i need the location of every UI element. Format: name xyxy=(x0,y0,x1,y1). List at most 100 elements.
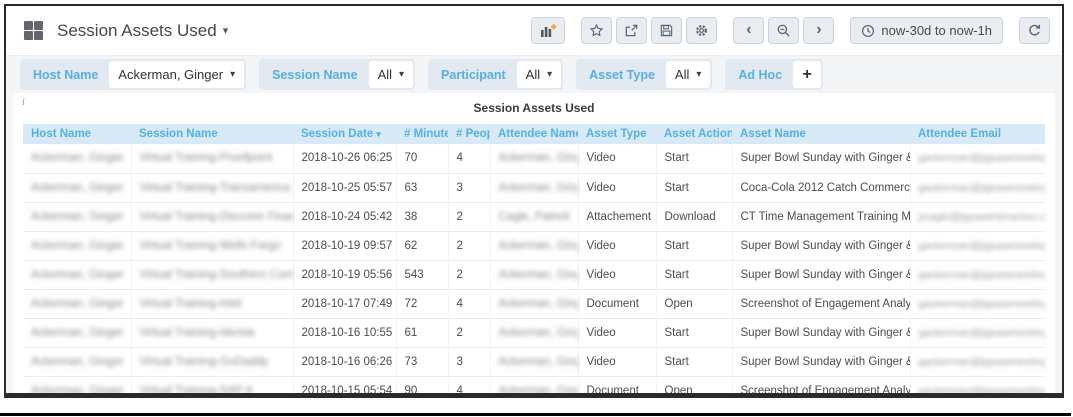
col-header-session-name[interactable]: Session Name xyxy=(131,124,293,144)
cell-people: 4 xyxy=(448,376,490,395)
cell-attendee-name: Ackerman, Ginger xyxy=(490,347,578,376)
clock-icon xyxy=(861,24,875,38)
filter-label: Ad Hoc xyxy=(727,68,793,82)
cell-attendee-email: gackerman@jigsawmeeting.com xyxy=(910,289,1045,318)
col-header-asset-action[interactable]: Asset Action xyxy=(656,124,732,144)
session-name-select[interactable]: All ▾ xyxy=(369,61,413,88)
col-header-minutes[interactable]: # Minutes xyxy=(396,124,448,144)
cell-asset-action: Start xyxy=(656,318,732,347)
col-header-asset-type[interactable]: Asset Type xyxy=(578,124,656,144)
cell-minutes: 62 xyxy=(396,231,448,260)
cell-host-name: Ackerman, Ginger xyxy=(23,173,131,202)
settings-button[interactable] xyxy=(686,17,717,44)
cell-session-name: Virtual Training-Intel xyxy=(131,289,293,318)
cell-attendee-name: Ackerman, Ginger xyxy=(490,173,578,202)
toolbar: ‹ › now-30d to now-1h xyxy=(531,17,1050,44)
col-header-host-name[interactable]: Host Name xyxy=(23,124,131,144)
col-header-attendee-email[interactable]: Attendee Email xyxy=(910,124,1045,144)
zoom-out-button[interactable] xyxy=(768,17,799,44)
filter-label: Host Name xyxy=(22,68,109,82)
cell-session-name: Virtual Training-Southern Company Gas xyxy=(131,260,293,289)
table-row: Ackerman, Ginger Virtual Training-Transa… xyxy=(23,173,1045,202)
cell-attendee-email: gackerman@jigsawmeeting.com xyxy=(910,347,1045,376)
gear-icon xyxy=(694,23,709,38)
time-range-button[interactable]: now-30d to now-1h xyxy=(850,17,1003,44)
cell-session-name: Virtual Training-Transamerica xyxy=(131,173,293,202)
ad-hoc-add-button[interactable]: + xyxy=(793,61,821,88)
screenshot-bottom-border xyxy=(0,413,1071,416)
info-icon[interactable]: i xyxy=(22,97,25,108)
cell-host-name: Ackerman, Ginger xyxy=(23,202,131,231)
table-row: Ackerman, Ginger Virtual Training-SAP A … xyxy=(23,376,1045,395)
cell-asset-type: Video xyxy=(578,144,656,173)
back-button[interactable]: ‹ xyxy=(733,17,764,44)
cell-asset-action: Open xyxy=(656,289,732,318)
col-header-asset-name[interactable]: Asset Name xyxy=(732,124,910,144)
grid-menu-icon[interactable] xyxy=(24,21,43,40)
cell-asset-action: Download xyxy=(656,202,732,231)
participant-value: All xyxy=(526,67,540,82)
cell-session-name: Virtual Training-Idemia xyxy=(131,318,293,347)
cell-attendee-name: Ackerman, Ginger xyxy=(490,231,578,260)
table-row: Ackerman, Ginger Virtual Training-Intel … xyxy=(23,289,1045,318)
participant-select[interactable]: All ▾ xyxy=(517,61,561,88)
page-title[interactable]: Session Assets Used xyxy=(57,21,217,41)
report-panel: i Session Assets Used Host Name Session … xyxy=(13,93,1055,395)
star-icon xyxy=(589,23,604,38)
caret-down-icon: ▾ xyxy=(696,69,701,80)
col-header-session-date[interactable]: Session Date▾ xyxy=(293,124,396,144)
cell-asset-type: Video xyxy=(578,173,656,202)
table-row: Ackerman, Ginger Virtual Training-Discov… xyxy=(23,202,1045,231)
caret-down-icon: ▾ xyxy=(399,69,404,80)
cell-people: 2 xyxy=(448,318,490,347)
col-header-attendee-name[interactable]: Attendee Name xyxy=(490,124,578,144)
cell-people: 2 xyxy=(448,260,490,289)
cell-people: 4 xyxy=(448,144,490,173)
cell-session-date: 2018-10-16 10:55 am xyxy=(293,318,396,347)
share-icon xyxy=(624,23,639,38)
cell-minutes: 61 xyxy=(396,318,448,347)
host-name-value: Ackerman, Ginger xyxy=(118,67,223,82)
cell-session-name: Virtual Training-SAP A xyxy=(131,376,293,395)
cell-attendee-email: gackerman@jigsawmeeting.com xyxy=(910,144,1045,173)
cell-attendee-name: Ackerman, Ginger xyxy=(490,376,578,395)
cell-asset-type: Document xyxy=(578,376,656,395)
cell-asset-name: Super Bowl Sunday with Ginger & Buddy xyxy=(732,260,910,289)
bar-chart-plus-icon xyxy=(539,23,557,38)
asset-type-value: All xyxy=(675,67,689,82)
cell-asset-type: Video xyxy=(578,318,656,347)
cell-minutes: 70 xyxy=(396,144,448,173)
cell-session-date: 2018-10-19 09:57 am xyxy=(293,231,396,260)
cell-minutes: 73 xyxy=(396,347,448,376)
cell-attendee-name: Ackerman, Ginger xyxy=(490,318,578,347)
forward-button[interactable]: › xyxy=(803,17,834,44)
host-name-select[interactable]: Ackerman, Ginger ▾ xyxy=(109,61,244,88)
cell-host-name: Ackerman, Ginger xyxy=(23,231,131,260)
refresh-button[interactable] xyxy=(1019,17,1050,44)
asset-type-select[interactable]: All ▾ xyxy=(666,61,710,88)
cell-attendee-name: Cagle, Patrick xyxy=(490,202,578,231)
col-header-people[interactable]: # People xyxy=(448,124,490,144)
save-button[interactable] xyxy=(651,17,682,44)
cell-minutes: 63 xyxy=(396,173,448,202)
share-button[interactable] xyxy=(616,17,647,44)
cell-host-name: Ackerman, Ginger xyxy=(23,289,131,318)
cell-people: 3 xyxy=(448,347,490,376)
cell-asset-name: Super Bowl Sunday with Ginger & Buddy xyxy=(732,144,910,173)
favorite-button[interactable] xyxy=(581,17,612,44)
cell-asset-name: Screenshot of Engagement Analytics-Dashb… xyxy=(732,289,910,318)
cell-minutes: 72 xyxy=(396,289,448,318)
add-chart-button[interactable] xyxy=(531,17,565,44)
cell-session-name: Virtual Training-Wells Fargo xyxy=(131,231,293,260)
cell-asset-action: Start xyxy=(656,347,732,376)
filter-label: Session Name xyxy=(261,68,368,82)
cell-attendee-email: gackerman@jigsawmeeting.com xyxy=(910,231,1045,260)
cell-session-name: Virtual Training-Proofpoint xyxy=(131,144,293,173)
cell-session-date: 2018-10-26 06:25 am xyxy=(293,144,396,173)
title-caret-icon[interactable]: ▾ xyxy=(223,24,229,37)
cell-minutes: 90 xyxy=(396,376,448,395)
cell-session-name: Virtual Training-GoDaddy xyxy=(131,347,293,376)
cell-asset-action: Start xyxy=(656,260,732,289)
cell-attendee-email: gackerman@jigsawmeeting.com xyxy=(910,260,1045,289)
cell-people: 2 xyxy=(448,231,490,260)
